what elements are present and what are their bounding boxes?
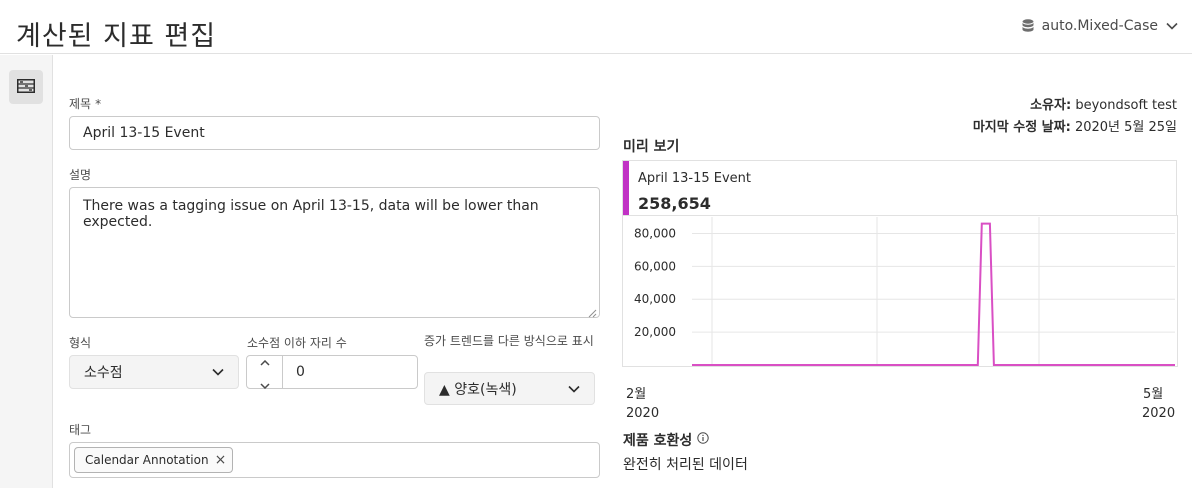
preview-metric-name: April 13-15 Event (638, 171, 751, 186)
preview-chart: 20,000 40,000 60,000 80,000 (622, 215, 1178, 367)
preview-metric-total: 258,654 (638, 194, 711, 213)
format-label: 형식 (69, 336, 92, 350)
trend-label: 증가 트렌드를 다른 방식으로 표시 (424, 334, 594, 348)
tag-chip: Calendar Annotation × (74, 447, 234, 473)
calculator-builder-icon (17, 78, 35, 97)
modified-value: 2020년 5월 25일 (1074, 120, 1177, 135)
description-label: 설명 (69, 168, 92, 182)
tags-input[interactable]: Calendar Annotation × (69, 442, 600, 478)
stepper-arrows[interactable] (247, 356, 283, 390)
report-suite-label: auto.Mixed-Case (1041, 18, 1158, 34)
decimals-input[interactable]: 0 (283, 356, 417, 388)
title-label-text: 제목 (69, 97, 92, 111)
compat-value: 완전히 처리된 데이터 (623, 457, 748, 473)
title-label: 제목 * (69, 95, 101, 112)
left-rail (0, 55, 53, 488)
decimals-label: 소수점 이하 자리 수 (247, 336, 347, 350)
format-dropdown[interactable]: 소수점 (69, 355, 239, 389)
tags-label: 태그 (69, 423, 92, 437)
resize-grip-icon[interactable] (588, 306, 597, 318)
report-suite-selector[interactable]: auto.Mixed-Case (1022, 18, 1178, 34)
owner-info: 소유자: beyondsoft test (1030, 94, 1177, 113)
chevron-down-icon (212, 364, 224, 380)
page-title: 계산된 지표 편집 (16, 21, 217, 52)
owner-value: beyondsoft test (1075, 98, 1177, 113)
chevron-down-icon[interactable] (259, 374, 270, 393)
chevron-down-icon (568, 381, 580, 397)
y-tick-label: 80,000 (634, 226, 676, 240)
database-icon (1022, 19, 1034, 33)
x-tick-year: 2020 (1142, 406, 1176, 421)
trend-value: ▲ 양호(녹색) (439, 381, 517, 398)
calculator-builder-button[interactable] (9, 70, 43, 104)
compat-title: 제품 호환성 (623, 430, 709, 450)
description-textarea[interactable]: There was a tagging issue on April 13-15… (69, 187, 600, 318)
y-tick-label: 40,000 (634, 292, 676, 306)
x-tick-label: 5월 (1143, 387, 1164, 402)
y-tick-label: 20,000 (634, 325, 676, 339)
title-input[interactable]: April 13-15 Event (69, 116, 600, 150)
preview-title: 미리 보기 (623, 139, 680, 155)
preview-accent-bar (623, 161, 629, 216)
modified-info: 마지막 수정 날짜: 2020년 5월 25일 (973, 116, 1177, 135)
x-tick-label: 2월 (626, 387, 647, 402)
chart-frame (622, 215, 1178, 367)
close-icon[interactable]: × (215, 453, 227, 467)
x-tick-year: 2020 (626, 406, 660, 421)
info-icon[interactable] (697, 432, 709, 448)
decimals-stepper[interactable]: 0 (246, 355, 418, 390)
format-value: 소수점 (84, 365, 123, 381)
chevron-down-icon (1166, 22, 1178, 30)
chevron-up-icon[interactable] (259, 351, 270, 370)
compat-title-text: 제품 호환성 (623, 433, 693, 449)
preview-summary: April 13-15 Event 258,654 (622, 160, 1177, 216)
owner-label: 소유자: (1030, 98, 1072, 113)
modified-label: 마지막 수정 날짜: (972, 120, 1071, 135)
tag-label: Calendar Annotation (85, 453, 209, 467)
required-mark: * (95, 97, 102, 111)
page-header: 계산된 지표 편집 auto.Mixed-Case (0, 0, 1192, 54)
description-text: There was a tagging issue on April 13-15… (83, 198, 539, 230)
trend-dropdown[interactable]: ▲ 양호(녹색) (424, 372, 595, 405)
y-tick-label: 60,000 (634, 259, 676, 273)
